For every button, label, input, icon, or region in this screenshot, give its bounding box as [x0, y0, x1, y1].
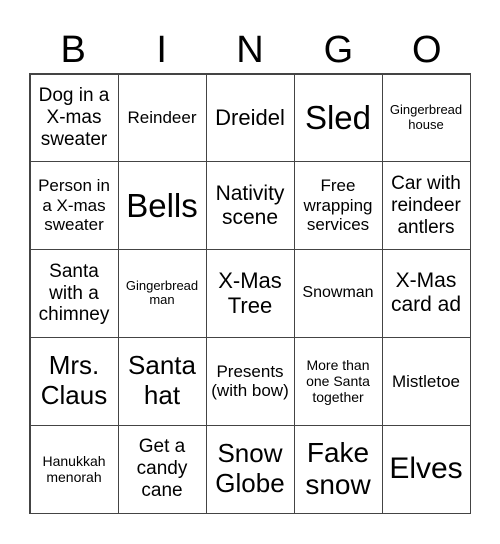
header-letter-b: B: [60, 29, 86, 71]
bingo-cell[interactable]: Reindeer: [117, 73, 207, 163]
bingo-cell[interactable]: Nativity scene: [205, 161, 295, 251]
bingo-cell[interactable]: Santa hat: [117, 336, 207, 426]
bingo-cell[interactable]: Gingerbread house: [381, 73, 471, 163]
bingo-cell[interactable]: Mistletoe: [381, 336, 471, 426]
bingo-cell[interactable]: Fake snow: [293, 424, 383, 514]
bingo-cell[interactable]: More than one Santa together: [293, 336, 383, 426]
header-letter-n: N: [236, 29, 264, 71]
bingo-cell[interactable]: Sled: [293, 73, 383, 163]
header-letter-i: I: [156, 29, 167, 71]
bingo-cell[interactable]: Presents (with bow): [205, 336, 295, 426]
bingo-cell[interactable]: X-Mas card ad: [381, 249, 471, 338]
bingo-cell[interactable]: Hanukkah menorah: [29, 424, 119, 514]
bingo-header: B I N G O: [29, 27, 471, 73]
bingo-cell[interactable]: Santa with a chimney: [29, 249, 119, 338]
bingo-cell[interactable]: Car with reindeer antlers: [381, 161, 471, 251]
bingo-cell[interactable]: Mrs. Claus: [29, 336, 119, 426]
bingo-cell[interactable]: Gingerbread man: [117, 249, 207, 338]
header-letter-o: O: [412, 29, 442, 71]
bingo-cell[interactable]: Snowman: [293, 249, 383, 338]
bingo-cell[interactable]: Snow Globe: [205, 424, 295, 514]
bingo-cell[interactable]: X-Mas Tree: [205, 249, 295, 338]
bingo-cell[interactable]: Dog in a X-mas sweater: [29, 73, 119, 163]
bingo-cell[interactable]: Person in a X-mas sweater: [29, 161, 119, 251]
bingo-cell[interactable]: Bells: [117, 161, 207, 251]
header-letter-g: G: [323, 29, 354, 71]
bingo-grid: Dog in a X-mas sweater Reindeer Dreidel …: [29, 73, 471, 514]
bingo-cell[interactable]: Dreidel: [205, 73, 295, 163]
bingo-cell[interactable]: Free wrapping services: [293, 161, 383, 251]
bingo-cell[interactable]: Elves: [381, 424, 471, 514]
bingo-cell[interactable]: Get a candy cane: [117, 424, 207, 514]
